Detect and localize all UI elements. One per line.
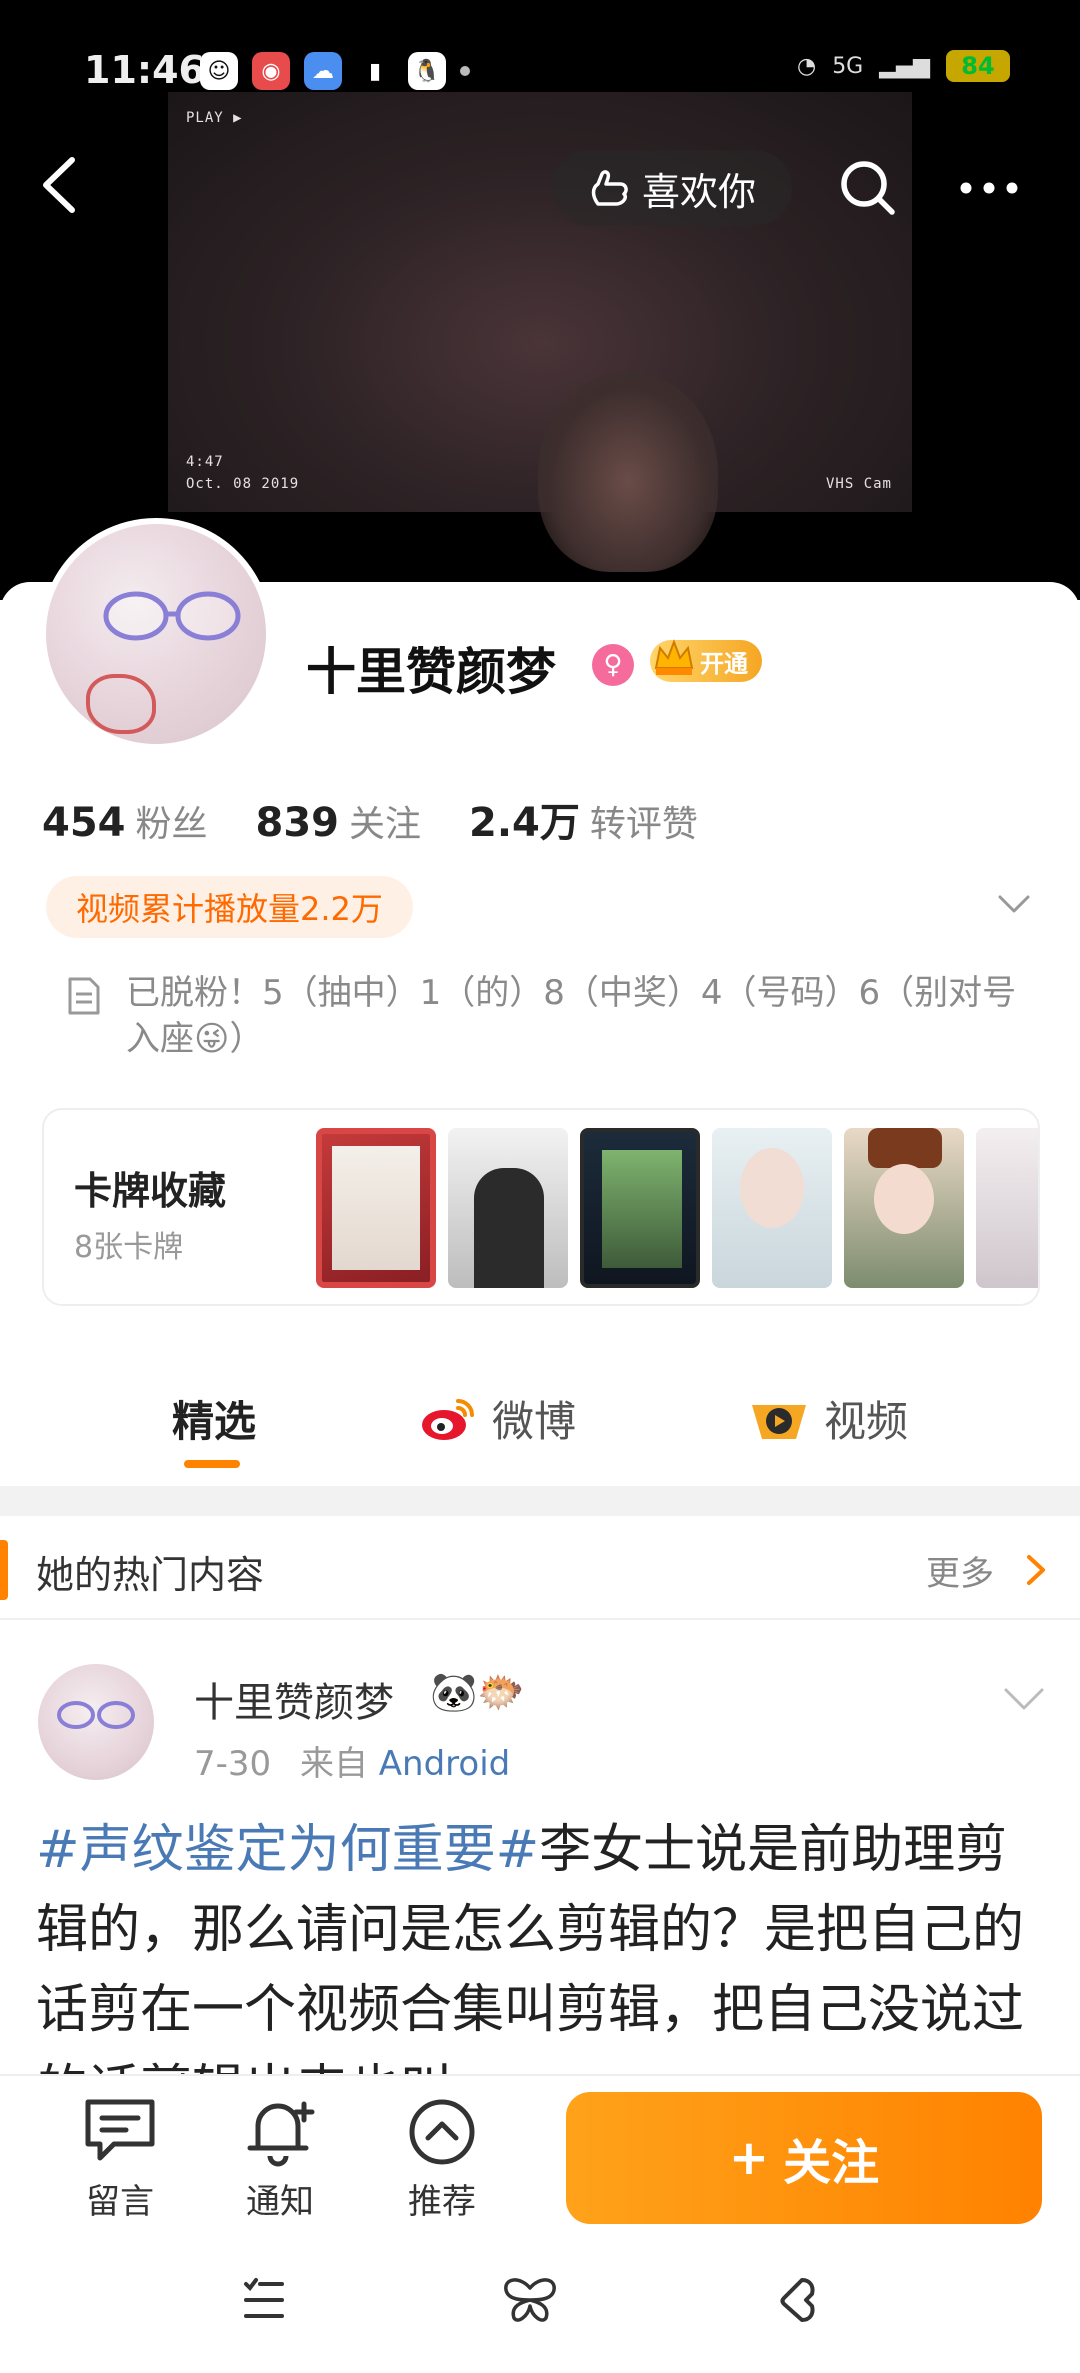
system-nav-bar xyxy=(0,2234,1080,2373)
following-label[interactable]: 关注 xyxy=(349,795,421,847)
post-source[interactable]: Android xyxy=(379,1744,510,1784)
battery-icon: 84 xyxy=(946,50,1010,82)
active-tab-indicator xyxy=(184,1460,240,1468)
message-action[interactable]: 留言 xyxy=(60,2096,180,2223)
tab-featured[interactable]: 精选 xyxy=(172,1388,256,1449)
avatar-glasses-art xyxy=(57,1701,135,1729)
profile-stats: 454 粉丝 839 关注 2.4万 转评赞 xyxy=(42,790,746,848)
chevron-down-icon[interactable] xyxy=(1002,1686,1046,1714)
notify-label: 通知 xyxy=(246,2182,314,2222)
status-time: 11:46 xyxy=(84,48,205,92)
follow-button[interactable]: + 关注 xyxy=(566,2092,1042,2224)
like-button[interactable]: 喜欢你 xyxy=(552,150,792,226)
card-thumbnail[interactable] xyxy=(976,1128,1038,1288)
vip-open-label: 开通 xyxy=(700,649,748,678)
crown-icon xyxy=(654,639,694,675)
recommend-label: 推荐 xyxy=(408,2182,476,2222)
weibo-app-icon: ◉ xyxy=(252,52,290,90)
post-body[interactable]: #声纹鉴定为何重要#李女士说是前助理剪辑的，那么请问是怎么剪辑的？是把自己的话剪… xyxy=(36,1810,1046,2080)
avatar[interactable] xyxy=(40,518,272,750)
cover-figure xyxy=(538,372,718,572)
profile-name: 十里赞颜梦 xyxy=(306,643,556,701)
cover-video[interactable]: PLAY ▶ 4:47 Oct. 08 2019 VHS Cam xyxy=(168,92,912,572)
recent-apps-icon[interactable] xyxy=(240,2276,288,2324)
post-meta: 7-30 来自 Android xyxy=(194,1736,510,1785)
profile-page: PLAY ▶ 4:47 Oct. 08 2019 VHS Cam 11:46 ☺… xyxy=(0,0,1080,2373)
avatar-doodle xyxy=(86,674,156,734)
card-collection-title: 卡牌收藏 xyxy=(74,1169,227,1213)
message-label: 留言 xyxy=(86,2182,154,2222)
notify-action[interactable]: 通知 xyxy=(220,2096,340,2223)
chevron-up-circle-icon xyxy=(409,2099,475,2165)
post-from-label: 来自 xyxy=(299,1744,368,1784)
weibo-icon xyxy=(422,1398,474,1440)
content-tabs: 精选 微博 视频 xyxy=(0,1368,1080,1478)
status-indicators: ◔ 5G ▂▄▆ 84 xyxy=(797,50,1010,82)
more-icon[interactable] xyxy=(956,168,1022,208)
tab-video[interactable]: 视频 xyxy=(748,1388,908,1449)
more-notifications-dot xyxy=(460,66,470,76)
back-icon[interactable] xyxy=(36,150,84,220)
tab-video-label: 视频 xyxy=(824,1397,909,1446)
hot-accent-bar xyxy=(0,1540,8,1600)
chevron-down-icon[interactable] xyxy=(996,892,1032,916)
profile-bio: 已脱粉！5（抽中）1（的）8（中奖）4（号码）6（别对号入座😜） xyxy=(126,973,1017,1059)
profile-action-bar: 留言 通知 推荐 + 关注 xyxy=(0,2074,1080,2234)
status-bar: 11:46 ☺ ◉ ☁ ▮ 🐧 ◔ 5G ▂▄▆ 84 xyxy=(0,0,1080,140)
tab-weibo[interactable]: 微博 xyxy=(420,1388,576,1449)
tab-weibo-label: 微博 xyxy=(492,1397,577,1446)
chevron-right-icon[interactable] xyxy=(1022,1552,1050,1588)
interactions-label: 转评赞 xyxy=(589,804,698,845)
qq-icon: 🐧 xyxy=(408,52,446,90)
app-avatar-icon: ☺ xyxy=(200,52,238,90)
recommend-action[interactable]: 推荐 xyxy=(382,2096,502,2223)
card-thumbnail[interactable] xyxy=(448,1128,568,1288)
hot-more-link[interactable]: 更多 xyxy=(926,1546,994,1595)
signal-icon: ▂▄▆ xyxy=(879,53,930,79)
comment-icon xyxy=(85,2099,155,2161)
post-author-name[interactable]: 十里赞颜梦 xyxy=(194,1670,394,1728)
avatar-glasses-art xyxy=(103,591,241,641)
back-nav-icon[interactable] xyxy=(772,2276,820,2324)
followers-label[interactable]: 粉丝 xyxy=(136,795,208,847)
video-play-count-badge[interactable]: 视频累计播放量2.2万 xyxy=(46,876,413,938)
cover-area: PLAY ▶ 4:47 Oct. 08 2019 VHS Cam 11:46 ☺… xyxy=(0,0,1080,600)
female-icon: ♀ xyxy=(592,644,634,686)
post-author-avatar[interactable] xyxy=(38,1664,154,1780)
interactions-count: 2.4万 xyxy=(469,800,580,846)
weather-icon: ☁ xyxy=(304,52,342,90)
tab-featured-label: 精选 xyxy=(172,1397,257,1446)
card-thumbnail[interactable] xyxy=(580,1128,700,1288)
hot-content-header: 她的热门内容 更多 xyxy=(0,1516,1080,1620)
section-divider xyxy=(0,1486,1080,1516)
plus-icon: + xyxy=(728,2130,770,2186)
card-collection[interactable]: 卡牌收藏 8张卡牌 xyxy=(42,1108,1040,1306)
thumb-heart-icon xyxy=(591,170,628,206)
wifi-icon: ◔ xyxy=(796,53,817,79)
like-label: 喜欢你 xyxy=(641,169,756,214)
post-date: 7-30 xyxy=(194,1744,272,1784)
card-thumbnail[interactable] xyxy=(712,1128,832,1288)
card-thumbnail[interactable] xyxy=(844,1128,964,1288)
video-icon xyxy=(752,1404,806,1439)
vip-open-badge[interactable]: 开通 xyxy=(650,639,762,682)
hot-content-title: 她的热门内容 xyxy=(36,1553,265,1597)
butterfly-home-icon[interactable] xyxy=(500,2276,560,2324)
notification-icon: ▮ xyxy=(368,58,382,84)
status-notification-icons: ☺ ◉ ☁ ▮ 🐧 xyxy=(200,52,470,90)
vhs-date-label: Oct. 08 2019 xyxy=(186,476,300,492)
network-label: 5G xyxy=(832,53,864,79)
search-icon[interactable] xyxy=(836,156,900,220)
bell-plus-icon xyxy=(247,2101,315,2167)
post-author-emoji: 🐼🐡 xyxy=(430,1670,525,1714)
following-count[interactable]: 839 xyxy=(256,800,340,846)
follow-label: 关注 xyxy=(783,2135,880,2191)
card-thumbnail[interactable] xyxy=(316,1128,436,1288)
vhs-cam-label: VHS Cam xyxy=(825,476,892,492)
card-collection-count: 8张卡牌 xyxy=(74,1230,184,1265)
followers-count[interactable]: 454 xyxy=(42,800,126,846)
document-icon xyxy=(68,977,100,1015)
post-hashtag[interactable]: #声纹鉴定为何重要# xyxy=(36,1820,539,1880)
vhs-time-label: 4:47 xyxy=(186,454,224,470)
